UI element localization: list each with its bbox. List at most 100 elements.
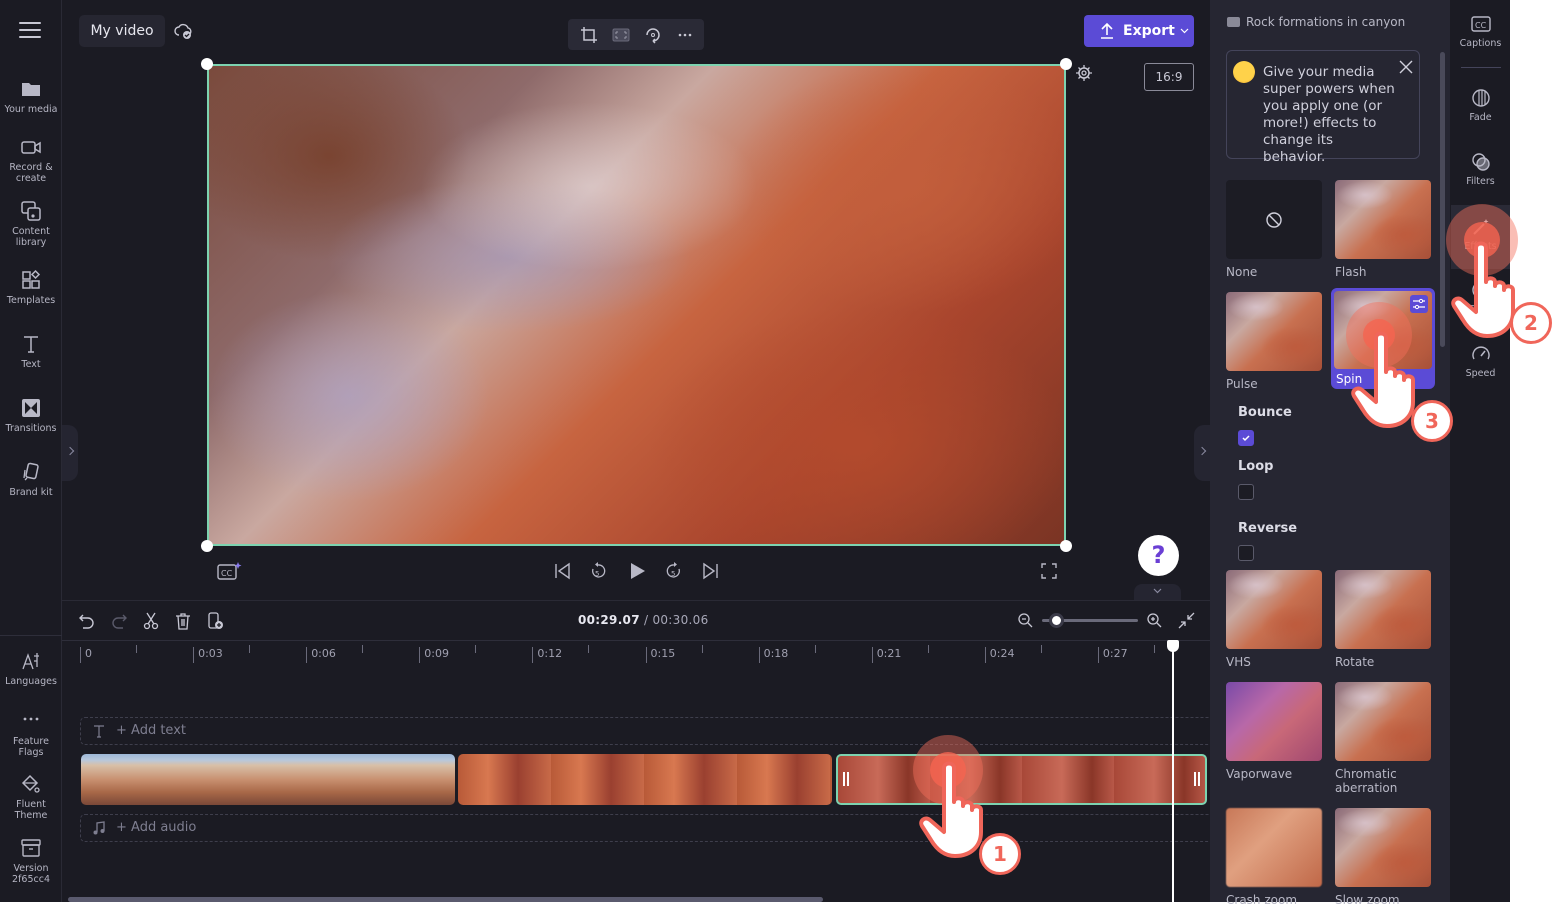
captions-icon: CC (1470, 16, 1491, 32)
resize-handle-bottom-right[interactable] (1060, 540, 1072, 552)
nav-your-media[interactable]: Your media (0, 78, 62, 115)
fit-timeline-icon[interactable] (1178, 612, 1195, 629)
expand-left-panel-button[interactable] (62, 425, 78, 481)
effect-flash[interactable]: Flash (1335, 180, 1431, 279)
nav-record-create[interactable]: Record & create (0, 136, 62, 184)
split-scissors-icon[interactable] (142, 612, 160, 630)
bounce-checkbox[interactable] (1238, 430, 1254, 446)
zoom-out-icon[interactable] (1017, 612, 1034, 629)
forward-5s-icon[interactable]: 5 (664, 561, 684, 581)
effect-thumbnail (1334, 291, 1432, 369)
effect-slow-zoom[interactable]: Slow zoom (1335, 808, 1431, 907)
ruler-tick-label: 0:27 (1097, 647, 1128, 663)
ruler-minor-tick (475, 645, 477, 653)
nav-feature-flags[interactable]: Feature Flags (0, 710, 62, 758)
loop-checkbox[interactable] (1238, 484, 1254, 500)
playhead-handle[interactable] (1167, 640, 1179, 652)
add-audio-track[interactable]: + Add audio (80, 814, 1215, 842)
skip-back-icon[interactable] (553, 561, 573, 581)
effect-vaporwave[interactable]: Vaporwave (1226, 682, 1322, 781)
skip-forward-icon[interactable] (700, 561, 720, 581)
ruler-minor-tick (249, 645, 251, 653)
export-button[interactable]: Export (1084, 15, 1194, 47)
resize-handle-top-left[interactable] (201, 58, 213, 70)
rewind-5s-icon[interactable]: 5 (588, 561, 608, 581)
more-options-icon[interactable] (676, 26, 694, 44)
close-icon[interactable] (1398, 59, 1414, 75)
step-badge-2: 2 (1510, 302, 1552, 344)
timeline-ruler[interactable]: 0 0:03 0:06 0:09 0:12 0:15 0:18 0:21 0:24 0:27 (62, 640, 1210, 664)
text-icon (24, 336, 38, 353)
upload-icon (1101, 23, 1113, 39)
nav-version[interactable]: Version 2f65cc4 (0, 837, 62, 885)
rail-speed[interactable]: Speed (1451, 344, 1510, 379)
help-button[interactable]: ? (1138, 535, 1179, 576)
effect-chromatic-aberration[interactable]: Chromatic aberration (1335, 682, 1431, 795)
cloud-saved-icon[interactable] (174, 22, 194, 40)
rail-captions[interactable]: CC Captions (1451, 14, 1510, 49)
archive-icon (21, 839, 41, 857)
add-clip-icon[interactable] (206, 612, 224, 630)
collapse-preview-button[interactable] (1134, 584, 1181, 600)
timeline-clip-1[interactable] (81, 754, 455, 805)
playhead[interactable] (1172, 640, 1174, 902)
nav-brand-kit[interactable]: Brand kit (0, 461, 62, 498)
nav-languages[interactable]: Languages (0, 650, 62, 687)
templates-icon (22, 269, 41, 289)
zoom-in-icon[interactable] (1146, 612, 1163, 629)
timeline-horizontal-scrollbar[interactable] (68, 897, 823, 902)
chevron-right-icon (65, 446, 75, 456)
settings-icon[interactable] (1075, 64, 1093, 82)
clip-trim-handle-right[interactable] (1194, 772, 1200, 786)
video-preview[interactable] (207, 64, 1066, 546)
crop-icon[interactable] (580, 26, 598, 44)
nav-text[interactable]: Text (0, 333, 62, 370)
resize-handle-top-right[interactable] (1060, 58, 1072, 70)
nav-templates[interactable]: Templates (0, 269, 62, 306)
rail-color[interactable]: Color (1451, 280, 1510, 315)
redo-icon[interactable] (110, 612, 128, 630)
hamburger-menu-icon[interactable] (19, 22, 41, 40)
effect-none[interactable]: None (1226, 180, 1322, 279)
nav-content-library[interactable]: Content library (0, 200, 62, 248)
reverse-label: Reverse (1238, 521, 1298, 536)
project-title-input[interactable]: My video (79, 15, 165, 47)
resize-handle-bottom-left[interactable] (201, 540, 213, 552)
aspect-ratio-button[interactable]: 16:9 (1144, 63, 1194, 91)
adjust-settings-icon[interactable] (1410, 295, 1428, 313)
svg-text:5: 5 (595, 570, 599, 578)
app-window: Your media Record & create Content libra… (0, 0, 1510, 907)
fullscreen-icon[interactable] (1039, 561, 1059, 581)
properties-rail: CC Captions Fade Filters Effects Color S… (1451, 0, 1510, 902)
delete-icon[interactable] (174, 612, 192, 630)
nav-fluent-theme[interactable]: Fluent Theme (0, 773, 62, 821)
fit-icon[interactable] (612, 26, 630, 44)
add-text-track[interactable]: + Add text (80, 717, 1215, 745)
panel-scrollbar[interactable] (1440, 52, 1445, 347)
reverse-checkbox[interactable] (1238, 545, 1254, 561)
fade-icon (1471, 89, 1490, 107)
effect-pulse[interactable]: Pulse (1226, 292, 1322, 391)
ruler-tick-label: 0:24 (984, 647, 1015, 663)
rotate-icon[interactable] (644, 26, 662, 44)
ruler-tick-label: 0:15 (645, 647, 675, 663)
effects-tip-card: Give your media super powers when you ap… (1226, 50, 1420, 165)
clip-trim-handle-left[interactable] (843, 772, 849, 786)
svg-text:CC: CC (221, 569, 233, 578)
nav-divider (0, 635, 62, 636)
rail-filters[interactable]: Filters (1451, 152, 1510, 187)
effect-crash-zoom[interactable]: Crash zoom (1226, 808, 1322, 907)
undo-icon[interactable] (78, 612, 96, 630)
effect-spin-selected[interactable]: Spin (1331, 288, 1435, 389)
rail-effects[interactable]: Effects (1451, 205, 1510, 269)
expand-right-panel-button[interactable] (1194, 425, 1210, 481)
auto-captions-icon[interactable]: CC (217, 561, 243, 581)
ruler-tick-label: 0 (80, 647, 92, 663)
timeline-clip-3-selected[interactable] (836, 754, 1207, 805)
timeline-clip-2[interactable] (458, 754, 832, 805)
play-icon[interactable] (627, 561, 647, 581)
effect-vhs[interactable]: VHS (1226, 570, 1322, 669)
rail-fade[interactable]: Fade (1451, 88, 1510, 123)
nav-transitions[interactable]: Transitions (0, 397, 62, 434)
effect-rotate[interactable]: Rotate (1335, 570, 1431, 669)
